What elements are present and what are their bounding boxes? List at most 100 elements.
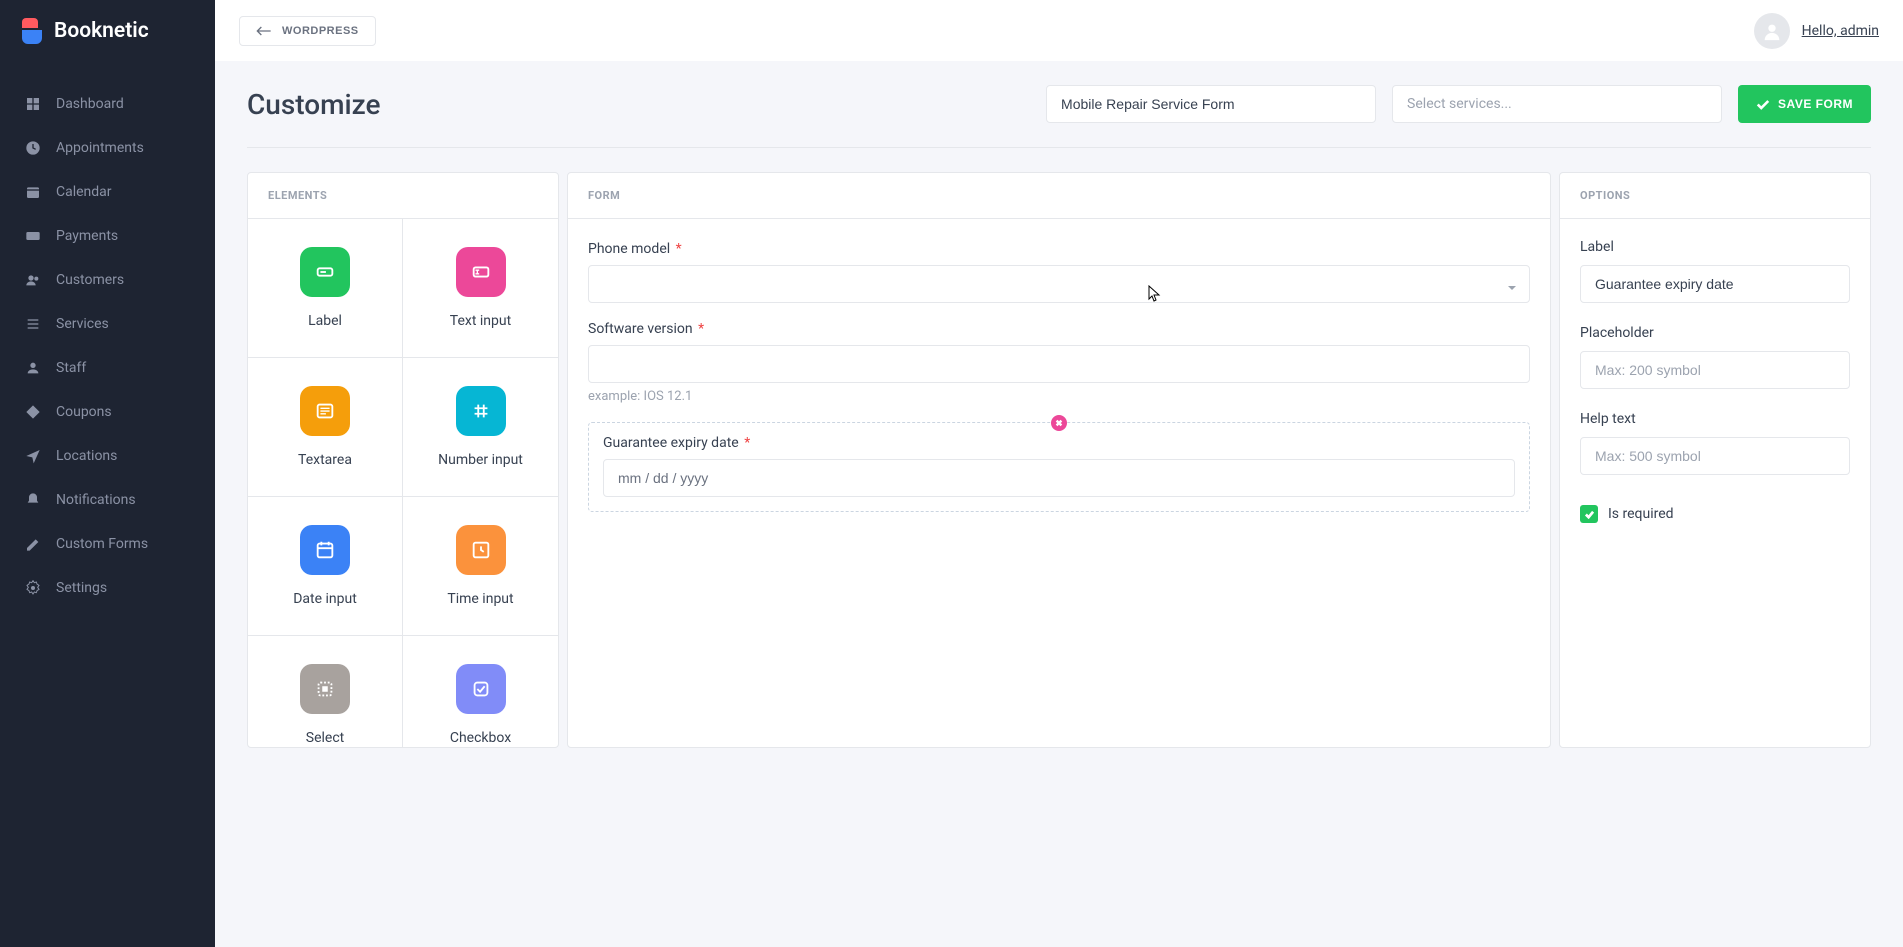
sidebar-item-locations[interactable]: Locations	[0, 434, 215, 478]
required-asterisk: *	[676, 241, 682, 257]
nav-label: Staff	[56, 360, 86, 376]
user-icon	[1761, 20, 1783, 42]
element-number-input[interactable]: Number input	[403, 358, 558, 497]
required-checkbox[interactable]	[1580, 505, 1598, 523]
user-area: Hello, admin	[1754, 13, 1879, 49]
form-field-software-version[interactable]: Software version * example: IOS 12.1	[588, 321, 1530, 404]
option-placeholder-label: Placeholder	[1580, 325, 1850, 341]
sidebar-item-custom-forms[interactable]: Custom Forms	[0, 522, 215, 566]
select-icon	[300, 664, 350, 714]
sidebar-item-settings[interactable]: Settings	[0, 566, 215, 610]
sidebar-item-calendar[interactable]: Calendar	[0, 170, 215, 214]
form-name-input[interactable]	[1046, 85, 1376, 123]
tile-label: Date input	[293, 591, 357, 607]
avatar[interactable]	[1754, 13, 1790, 49]
option-placeholder-group: Placeholder	[1580, 325, 1850, 389]
options-body: Label Placeholder Help text	[1560, 219, 1870, 543]
field-input[interactable]	[588, 265, 1530, 303]
form-field-phone-model[interactable]: Phone model *	[588, 241, 1530, 303]
required-asterisk: *	[744, 435, 750, 451]
wordpress-back-button[interactable]: WORDPRESS	[239, 16, 376, 46]
option-required-row: Is required	[1580, 505, 1850, 523]
payments-icon	[24, 227, 42, 245]
topbar: WORDPRESS Hello, admin	[215, 0, 1903, 61]
clock-icon	[24, 139, 42, 157]
required-label: Is required	[1608, 506, 1674, 522]
field-label: Software version *	[588, 321, 1530, 337]
tile-label: Text input	[450, 313, 511, 329]
back-arrow-icon	[256, 25, 272, 37]
nav-label: Notifications	[56, 492, 136, 508]
sidebar-item-customers[interactable]: Customers	[0, 258, 215, 302]
services-icon	[24, 315, 42, 333]
time-icon	[456, 525, 506, 575]
sidebar-item-payments[interactable]: Payments	[0, 214, 215, 258]
app-name: Booknetic	[54, 19, 149, 43]
forms-icon	[24, 535, 42, 553]
textarea-icon	[300, 386, 350, 436]
option-helptext-group: Help text	[1580, 411, 1850, 475]
tile-label: Time input	[447, 591, 513, 607]
page-header: Customize Select services... SAVE FORM	[247, 85, 1871, 148]
option-helptext-label: Help text	[1580, 411, 1850, 427]
sidebar-item-staff[interactable]: Staff	[0, 346, 215, 390]
form-panel: FORM Phone model *	[567, 172, 1551, 748]
main-nav: Dashboard Appointments Calendar Payments…	[0, 62, 215, 610]
logo[interactable]: Booknetic	[0, 0, 215, 62]
chevron-down-icon	[1507, 279, 1517, 289]
page-title: Customize	[247, 88, 381, 121]
form-field-guarantee-date-selected[interactable]: Guarantee expiry date *	[588, 422, 1530, 512]
elements-grid: Label Text input Textarea	[248, 219, 558, 747]
element-textarea[interactable]: Textarea	[248, 358, 403, 497]
tile-label: Label	[308, 313, 342, 329]
option-label-label: Label	[1580, 239, 1850, 255]
nav-label: Customers	[56, 272, 124, 288]
number-icon	[456, 386, 506, 436]
services-placeholder: Select services...	[1407, 96, 1512, 112]
save-form-button[interactable]: SAVE FORM	[1738, 85, 1871, 123]
nav-label: Appointments	[56, 140, 144, 156]
field-input[interactable]	[588, 345, 1530, 383]
user-greeting[interactable]: Hello, admin	[1802, 23, 1879, 39]
option-placeholder-input[interactable]	[1580, 351, 1850, 389]
elements-body[interactable]: Label Text input Textarea	[248, 219, 558, 747]
element-time-input[interactable]: Time input	[403, 497, 558, 636]
sidebar-item-appointments[interactable]: Appointments	[0, 126, 215, 170]
sidebar-item-services[interactable]: Services	[0, 302, 215, 346]
element-text-input[interactable]: Text input	[403, 219, 558, 358]
option-label-input[interactable]	[1580, 265, 1850, 303]
field-label: Guarantee expiry date *	[603, 435, 1515, 451]
element-checkbox[interactable]: Checkbox	[403, 636, 558, 747]
nav-label: Coupons	[56, 404, 112, 420]
delete-field-button[interactable]	[1051, 415, 1067, 431]
nav-label: Calendar	[56, 184, 112, 200]
field-input[interactable]	[603, 459, 1515, 497]
staff-icon	[24, 359, 42, 377]
dashboard-icon	[24, 95, 42, 113]
option-helptext-input[interactable]	[1580, 437, 1850, 475]
nav-label: Custom Forms	[56, 536, 148, 552]
tile-label: Number input	[438, 452, 523, 468]
element-select[interactable]: Select	[248, 636, 403, 747]
field-label: Phone model *	[588, 241, 1530, 257]
nav-label: Settings	[56, 580, 107, 596]
coupons-icon	[24, 403, 42, 421]
element-date-input[interactable]: Date input	[248, 497, 403, 636]
options-panel: OPTIONS Label Placeholder Help text	[1559, 172, 1871, 748]
text-input-icon	[456, 247, 506, 297]
check-icon	[1584, 510, 1595, 519]
customers-icon	[24, 271, 42, 289]
sidebar-item-coupons[interactable]: Coupons	[0, 390, 215, 434]
label-icon	[300, 247, 350, 297]
form-body: Phone model * Software version	[568, 219, 1550, 534]
sidebar-item-dashboard[interactable]: Dashboard	[0, 82, 215, 126]
save-label: SAVE FORM	[1778, 97, 1853, 111]
logo-icon	[22, 18, 42, 44]
services-select[interactable]: Select services...	[1392, 85, 1722, 123]
main-area: WORDPRESS Hello, admin Customize Select …	[215, 0, 1903, 947]
tile-label: Textarea	[298, 452, 352, 468]
required-asterisk: *	[698, 321, 704, 337]
sidebar-item-notifications[interactable]: Notifications	[0, 478, 215, 522]
form-header: FORM	[568, 173, 1550, 219]
element-label[interactable]: Label	[248, 219, 403, 358]
